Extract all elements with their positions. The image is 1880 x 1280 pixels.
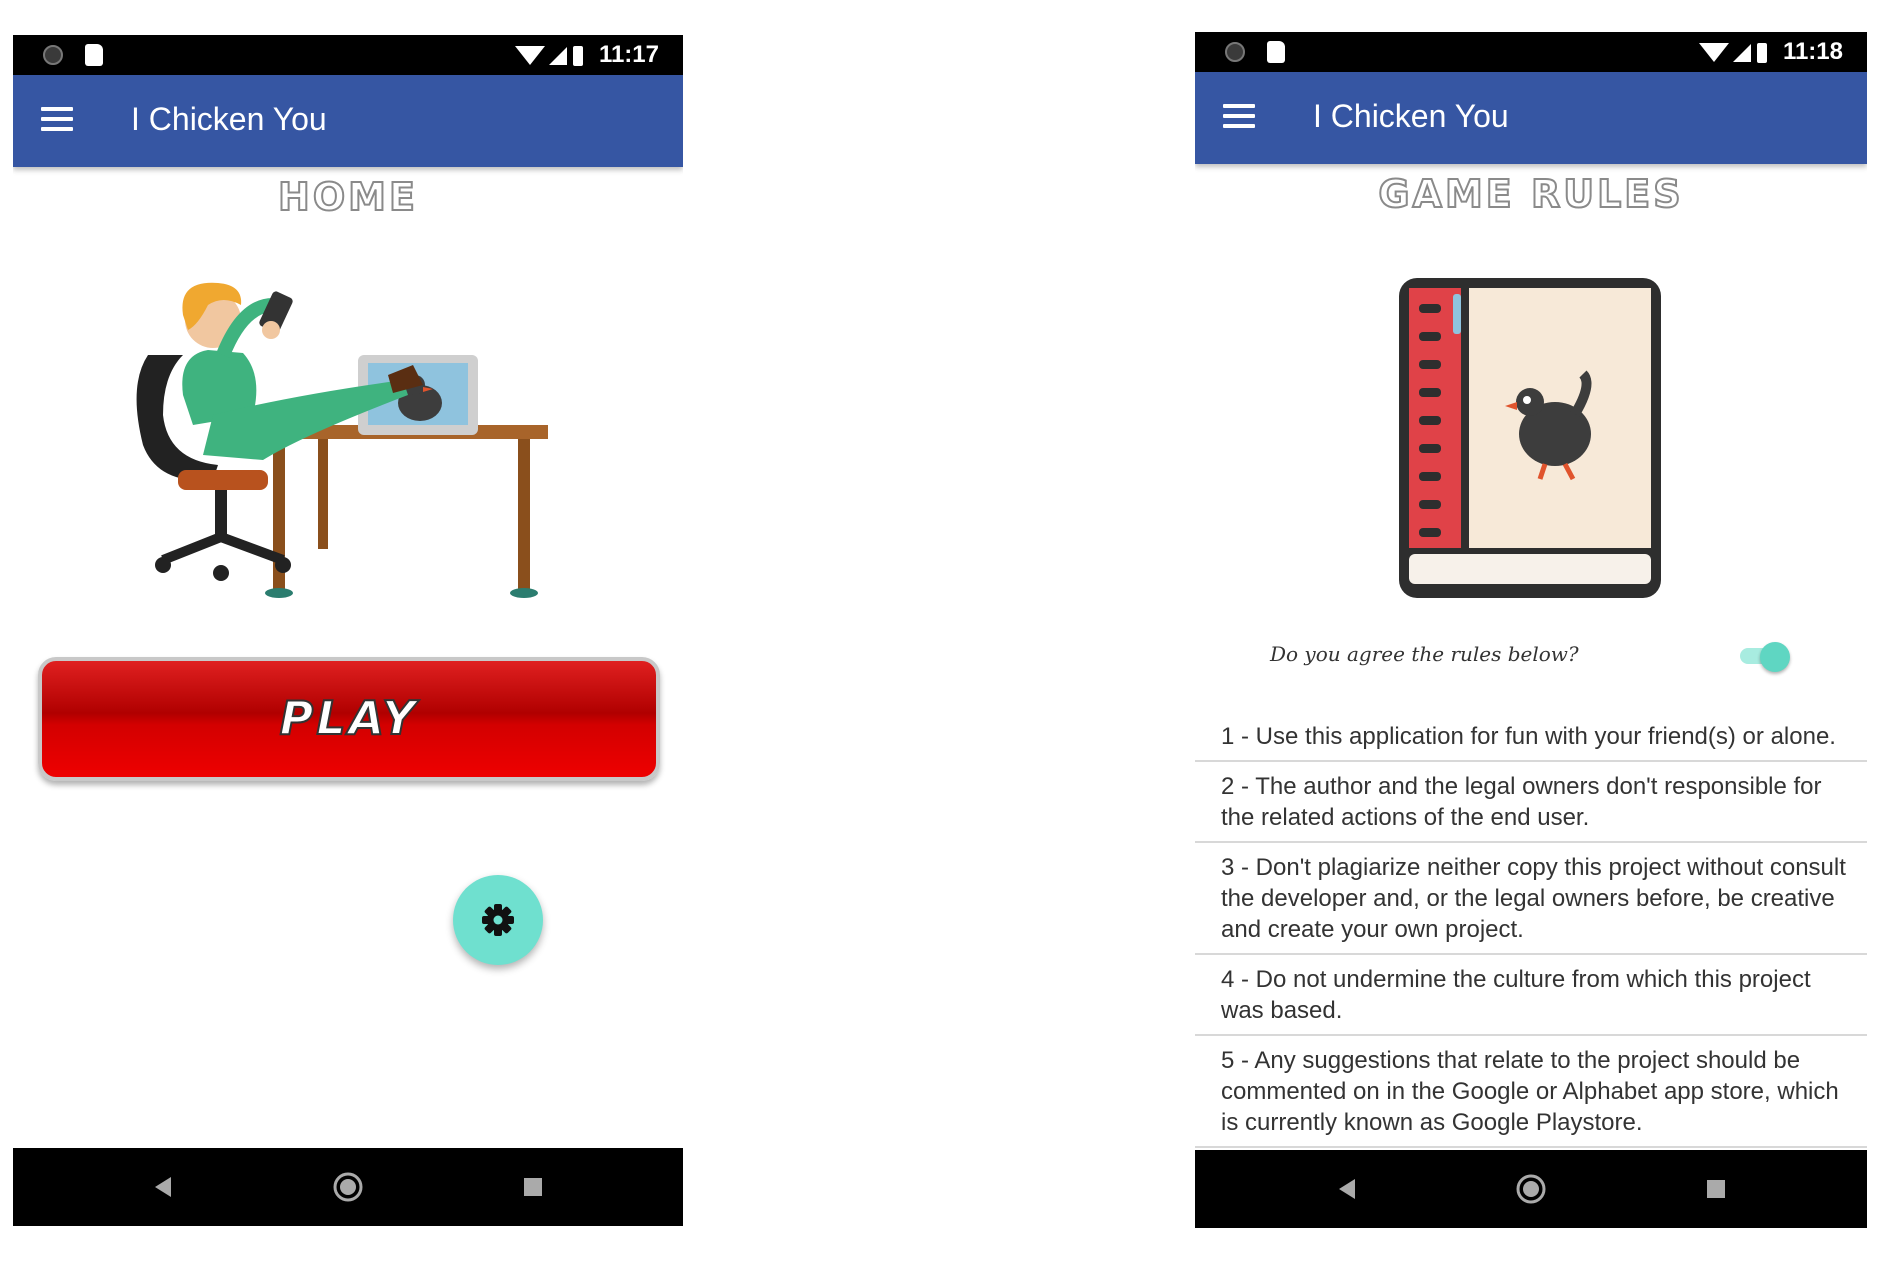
app-title: I Chicken You bbox=[131, 101, 327, 137]
gear-icon bbox=[482, 904, 514, 936]
play-button[interactable]: PLAY bbox=[38, 657, 660, 781]
rules-screen: 11:18 I Chicken You GAME RULES Do you ag… bbox=[1195, 32, 1867, 1228]
system-nav-bar bbox=[1195, 1150, 1867, 1228]
home-screen: 11:17 I Chicken You HOME PLAY bbox=[13, 35, 683, 1226]
home-icon bbox=[1516, 1174, 1546, 1204]
agree-rules-label: Do you agree the rules below? bbox=[1270, 642, 1579, 666]
app-bar: I Chicken You bbox=[13, 75, 683, 167]
person-at-desk-illustration bbox=[136, 282, 548, 598]
sd-card-icon bbox=[85, 44, 103, 66]
menu-icon[interactable] bbox=[1223, 104, 1255, 128]
rule-book-illustration bbox=[1399, 278, 1661, 598]
rule-item: 5 - Any suggestions that relate to the p… bbox=[1195, 1036, 1867, 1148]
play-button-label: PLAY bbox=[279, 690, 419, 746]
rule-item: 1 - Use this application for fun with yo… bbox=[1195, 712, 1867, 762]
signal-icons bbox=[1699, 43, 1767, 63]
notification-icon bbox=[1225, 42, 1245, 62]
home-button[interactable] bbox=[308, 1148, 388, 1226]
menu-icon[interactable] bbox=[41, 107, 73, 131]
page-heading: HOME bbox=[277, 174, 418, 220]
back-button[interactable] bbox=[1307, 1150, 1387, 1228]
rule-item: 4 - Do not undermine the culture from wh… bbox=[1195, 955, 1867, 1036]
status-bar: 11:18 bbox=[1195, 32, 1867, 72]
app-bar: I Chicken You bbox=[1195, 72, 1867, 164]
back-button[interactable] bbox=[123, 1148, 203, 1226]
status-bar: 11:17 bbox=[13, 35, 683, 75]
sd-card-icon bbox=[1267, 41, 1285, 63]
status-time: 11:17 bbox=[598, 41, 659, 68]
signal-icons bbox=[515, 46, 583, 66]
back-icon bbox=[155, 1177, 171, 1197]
rule-item: 2 - The author and the legal owners don'… bbox=[1195, 762, 1867, 843]
agree-rules-switch[interactable] bbox=[1738, 640, 1790, 672]
app-title: I Chicken You bbox=[1313, 98, 1509, 134]
status-time: 11:18 bbox=[1782, 38, 1843, 65]
rule-item: 3 - Don't plagiarize neither copy this p… bbox=[1195, 843, 1867, 955]
recents-icon bbox=[524, 1178, 542, 1196]
page-heading: GAME RULES bbox=[1377, 171, 1684, 217]
recents-icon bbox=[1707, 1180, 1725, 1198]
notification-icon bbox=[43, 45, 63, 65]
home-icon bbox=[333, 1172, 363, 1202]
back-icon bbox=[1339, 1179, 1355, 1199]
home-button[interactable] bbox=[1491, 1150, 1571, 1228]
settings-fab[interactable] bbox=[453, 875, 543, 965]
recents-button[interactable] bbox=[493, 1148, 573, 1226]
recents-button[interactable] bbox=[1676, 1150, 1756, 1228]
system-nav-bar bbox=[13, 1148, 683, 1226]
rules-list: 1 - Use this application for fun with yo… bbox=[1195, 712, 1867, 1148]
